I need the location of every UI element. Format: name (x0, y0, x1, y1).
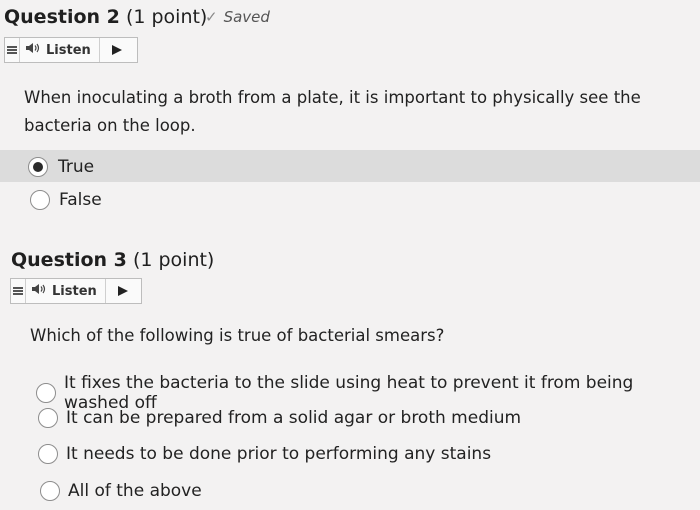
menu-icon[interactable] (11, 279, 26, 303)
play-icon[interactable] (100, 38, 134, 62)
listen-button-q3[interactable]: Listen (10, 278, 142, 304)
saved-status: ✓ Saved (205, 8, 270, 26)
speaker-icon (26, 42, 40, 58)
listen-main[interactable]: Listen (26, 279, 106, 303)
question-2-text: When inoculating a broth from a plate, i… (24, 88, 641, 135)
radio-unselected[interactable] (38, 408, 58, 428)
question-2-points: (1 point) (125, 6, 208, 28)
speaker-icon (32, 283, 46, 299)
question-3-title: Question 3 (1 point) (11, 249, 214, 271)
option-label: All of the above (68, 481, 202, 501)
question-3-text: Which of the following is true of bacter… (30, 326, 445, 345)
option-label: It can be prepared from a solid agar or … (66, 408, 522, 428)
option-label: It needs to be done prior to performing … (66, 444, 492, 464)
check-icon: ✓ (205, 8, 218, 26)
listen-button-q2[interactable]: Listen (4, 37, 138, 63)
play-icon[interactable] (106, 279, 140, 303)
q3-option-1[interactable]: It fixes the bacteria to the slide using… (36, 373, 700, 413)
listen-label: Listen (46, 42, 91, 58)
saved-label: Saved (223, 8, 270, 26)
option-label: True (58, 157, 95, 177)
question-2-title: Question 2 (1 point) (4, 6, 207, 28)
option-label: False (59, 190, 102, 210)
q3-option-3[interactable]: It needs to be done prior to performing … (38, 444, 491, 464)
radio-unselected[interactable] (36, 383, 56, 403)
q3-option-4[interactable]: All of the above (40, 481, 202, 501)
selected-option-highlight (0, 150, 700, 182)
question-2-number: Question 2 (4, 6, 120, 28)
radio-unselected[interactable] (40, 481, 60, 501)
listen-label: Listen (52, 283, 97, 299)
question-3-points: (1 point) (132, 249, 215, 271)
q2-option-false[interactable]: False (30, 190, 102, 210)
radio-selected[interactable] (28, 157, 48, 177)
radio-unselected[interactable] (38, 444, 58, 464)
option-label: It fixes the bacteria to the slide using… (64, 373, 634, 413)
menu-icon[interactable] (5, 38, 20, 62)
question-3-number: Question 3 (11, 249, 127, 271)
q2-option-true[interactable]: True (28, 157, 94, 177)
listen-main[interactable]: Listen (20, 38, 100, 62)
radio-unselected[interactable] (30, 190, 50, 210)
q3-option-2[interactable]: It can be prepared from a solid agar or … (38, 408, 521, 428)
